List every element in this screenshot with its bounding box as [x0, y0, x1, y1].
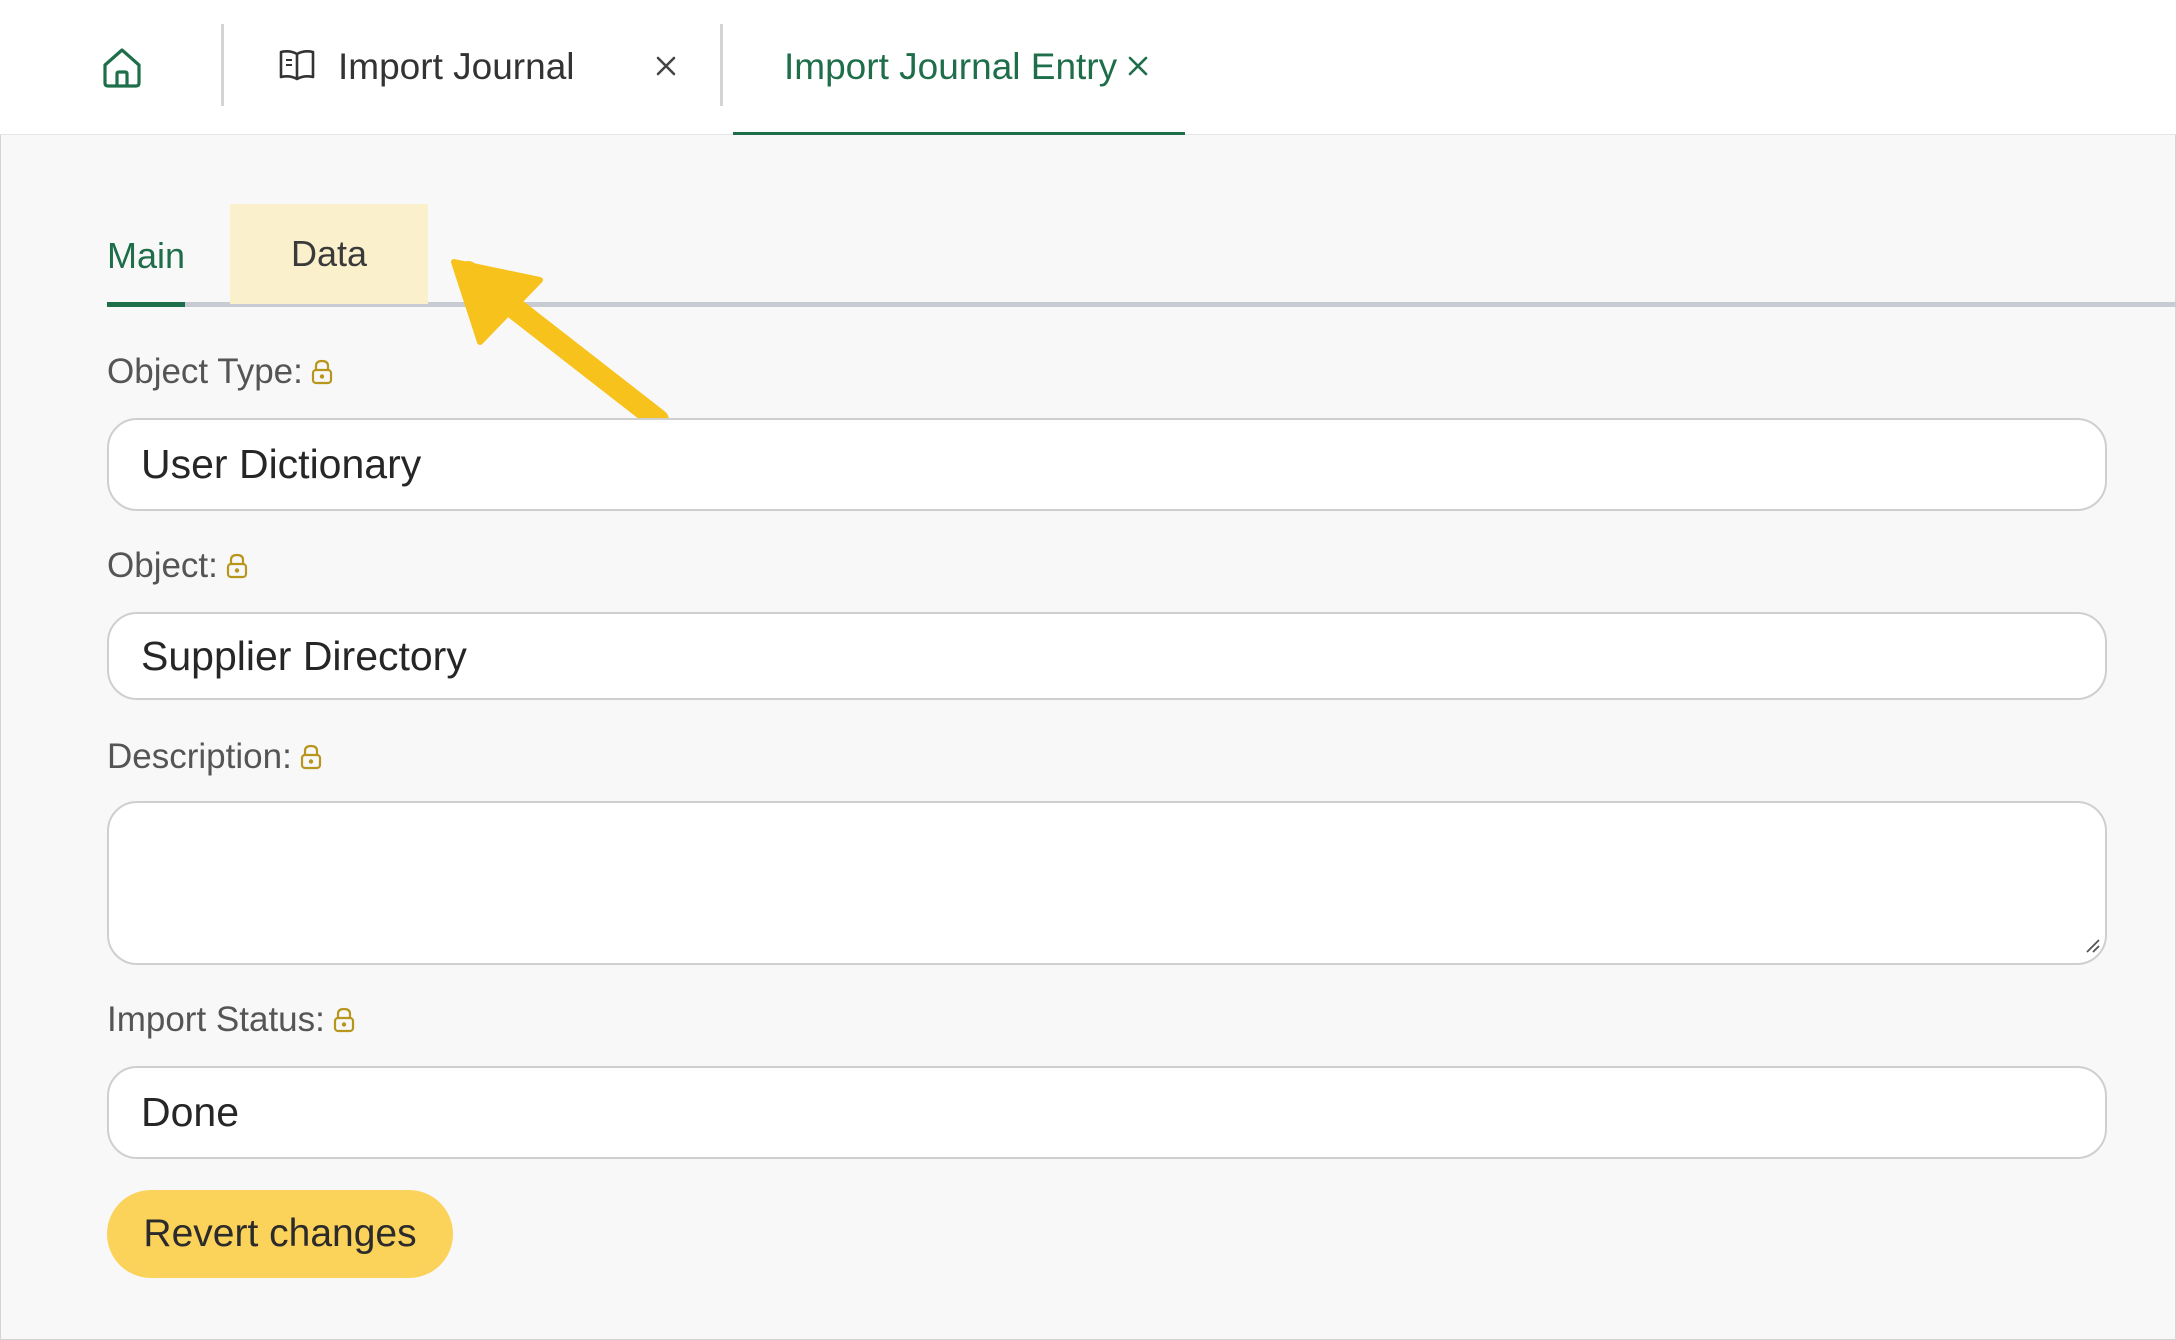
home-button[interactable]	[92, 40, 152, 100]
tab-import-journal-entry-close-button[interactable]	[1118, 48, 1158, 88]
object-label: Object:	[107, 546, 248, 586]
object-label-text: Object:	[107, 546, 218, 585]
tab-data-label: Data	[290, 233, 368, 274]
tab-separator	[720, 24, 723, 106]
tab-main[interactable]: Main	[107, 204, 185, 307]
book-icon	[278, 48, 316, 87]
lock-icon	[311, 359, 333, 385]
tab-import-journal-label: Import Journal	[338, 46, 575, 87]
close-icon	[1127, 55, 1149, 82]
object-field[interactable]: Supplier Directory	[107, 612, 2107, 700]
import-status-field[interactable]: Done	[107, 1066, 2107, 1159]
description-label-text: Description:	[107, 737, 292, 776]
resize-grip-icon[interactable]	[2083, 936, 2101, 959]
import-status-label-text: Import Status:	[107, 1000, 325, 1039]
import-status-value: Done	[141, 1089, 240, 1135]
active-tab-indicator	[733, 132, 1185, 135]
description-label: Description:	[107, 737, 322, 777]
object-type-field[interactable]: User Dictionary	[107, 418, 2107, 511]
lock-icon	[333, 1007, 355, 1033]
tab-main-label: Main	[106, 234, 186, 276]
close-icon	[655, 55, 677, 82]
object-type-label-text: Object Type:	[107, 352, 303, 391]
tab-data[interactable]: Data	[230, 204, 428, 304]
window-tab-bar: Import Journal Import Journal Entry	[0, 0, 2176, 135]
lock-icon	[226, 553, 248, 579]
object-type-label: Object Type:	[107, 352, 333, 392]
revert-changes-button[interactable]: Revert changes	[107, 1190, 453, 1278]
pointer-arrow-annotation	[440, 250, 680, 445]
home-icon	[99, 45, 145, 96]
tab-main-indicator	[107, 302, 185, 307]
lock-icon	[300, 744, 322, 770]
object-value: Supplier Directory	[141, 632, 467, 679]
tab-import-journal[interactable]: Import Journal	[278, 0, 575, 134]
object-type-value: User Dictionary	[141, 441, 422, 487]
import-status-label: Import Status:	[107, 1000, 355, 1040]
tab-separator	[221, 24, 224, 106]
tab-import-journal-entry-label: Import Journal Entry	[784, 46, 1118, 87]
tab-import-journal-close-button[interactable]	[646, 48, 686, 88]
description-textarea[interactable]	[107, 801, 2107, 965]
